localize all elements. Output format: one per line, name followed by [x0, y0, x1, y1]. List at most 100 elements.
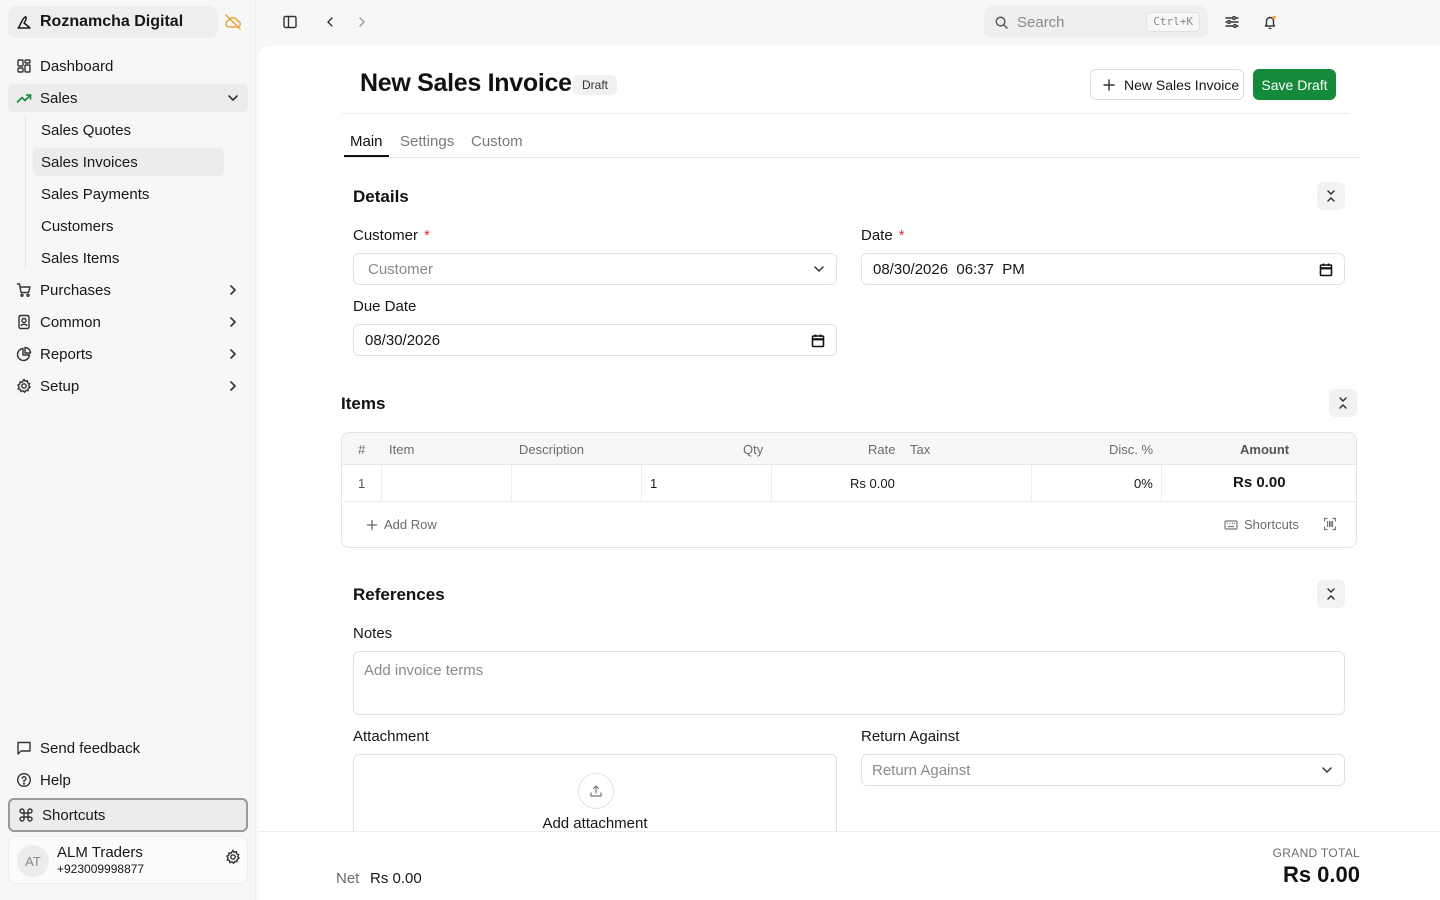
qty-cell[interactable]: 1: [650, 476, 657, 491]
chevron-down-icon: [226, 91, 240, 105]
notes-label: Notes: [353, 625, 393, 642]
form-tabs: Main Settings Custom: [344, 130, 1360, 158]
tab-main[interactable]: Main: [350, 133, 383, 150]
add-row-button[interactable]: Add Row: [366, 517, 437, 532]
collapse-details-button[interactable]: [1317, 182, 1345, 210]
help-label: Help: [40, 771, 71, 789]
notifications-bell-icon[interactable]: [1262, 14, 1278, 30]
sidebar-item-label: Sales Invoices: [41, 153, 138, 171]
app-logo-icon: [16, 14, 32, 30]
collapse-icon: [1324, 189, 1338, 203]
amount-cell: Rs 0.00: [1233, 474, 1286, 491]
sidebar-item-sales-payments[interactable]: Sales Payments: [33, 180, 224, 208]
required-mark: *: [898, 227, 905, 244]
collapse-items-button[interactable]: [1329, 389, 1357, 417]
cloud-off-icon[interactable]: [224, 13, 242, 31]
attachment-label: Attachment: [353, 728, 429, 745]
plus-icon: [1102, 78, 1116, 92]
status-badge: Draft: [573, 75, 618, 95]
column-header: Qty: [743, 442, 764, 457]
search-input[interactable]: Search Ctrl+K: [984, 6, 1208, 38]
sliders-icon[interactable]: [1224, 14, 1240, 30]
customer-label-text: Customer: [353, 227, 419, 244]
sidebar-item-dashboard[interactable]: Dashboard: [8, 52, 248, 80]
table-shortcuts-button[interactable]: Shortcuts: [1224, 517, 1299, 532]
tab-custom[interactable]: Custom: [471, 133, 523, 150]
help-button[interactable]: Help: [8, 766, 248, 794]
shortcuts-button[interactable]: Shortcuts: [8, 798, 248, 832]
column-header: Description: [519, 442, 585, 457]
cell-divider: [1031, 465, 1032, 502]
sidebar-item-sales-quotes[interactable]: Sales Quotes: [33, 116, 224, 144]
rate-cell[interactable]: Rs 0.00: [850, 476, 895, 491]
command-icon: [18, 807, 34, 823]
app-switcher[interactable]: Roznamcha Digital: [8, 6, 218, 38]
sidebar-item-sales-items[interactable]: Sales Items: [33, 244, 224, 272]
back-arrow-icon[interactable]: [322, 14, 338, 30]
totals-footer: Net Rs 0.00 GRAND TOTAL Rs 0.00: [258, 831, 1440, 900]
save-draft-button[interactable]: Save Draft: [1253, 69, 1336, 100]
shortcuts-label: Shortcuts: [42, 806, 106, 824]
sidebar-item-customers[interactable]: Customers: [33, 212, 224, 240]
date-input[interactable]: 08/30/2026 06:37 PM: [861, 253, 1345, 285]
calendar-icon[interactable]: [1318, 262, 1334, 278]
customer-label: Customer *: [353, 227, 430, 244]
collapse-icon: [1336, 396, 1350, 410]
barcode-scan-icon[interactable]: [1323, 517, 1337, 531]
discount-cell[interactable]: 0%: [1134, 476, 1153, 491]
return-against-label: Return Against: [861, 728, 960, 745]
column-header: Amount: [1240, 442, 1290, 457]
app-name: Roznamcha Digital: [40, 13, 184, 30]
add-row-label: Add Row: [384, 517, 437, 532]
notes-textarea[interactable]: Add invoice terms: [353, 651, 1345, 715]
item-cell[interactable]: [389, 474, 509, 494]
tab-settings[interactable]: Settings: [400, 133, 454, 150]
date-label-text: Date: [861, 227, 893, 244]
contact-book-icon: [16, 314, 32, 330]
sidebar-item-label: Setup: [40, 377, 80, 395]
sidebar-item-purchases[interactable]: Purchases: [8, 276, 248, 304]
search-icon: [994, 15, 1009, 30]
sidebar-item-label: Sales: [40, 89, 78, 107]
sidebar-toggle-icon[interactable]: [282, 14, 298, 30]
cell-divider: [771, 465, 772, 502]
sidebar-item-reports[interactable]: Reports: [8, 340, 248, 368]
search-placeholder: Search: [1017, 13, 1065, 31]
cell-divider: [511, 465, 512, 502]
column-header: Tax: [910, 442, 931, 457]
items-table: # Item Description Qty Rate Tax Disc. % …: [341, 432, 1357, 548]
trending-up-icon: [16, 90, 32, 106]
dashboard-icon: [16, 58, 32, 74]
sidebar-item-common[interactable]: Common: [8, 308, 248, 336]
plus-icon: [366, 519, 378, 531]
company-name: ALM Traders: [57, 844, 143, 861]
collapse-references-button[interactable]: [1317, 580, 1345, 608]
column-header: #: [358, 442, 366, 457]
chevron-right-icon: [226, 283, 240, 297]
sidebar-item-sales[interactable]: Sales: [8, 84, 248, 112]
cart-icon: [16, 282, 32, 298]
calendar-icon[interactable]: [810, 333, 826, 349]
sidebar-item-label: Purchases: [40, 281, 111, 299]
column-header: Rate: [868, 442, 896, 457]
customer-select[interactable]: Customer: [353, 253, 837, 285]
pie-chart-icon: [16, 346, 32, 362]
send-feedback-label: Send feedback: [40, 739, 141, 757]
sidebar: Roznamcha Digital Dashboard Sales Sales …: [0, 0, 256, 900]
chevron-right-icon: [226, 315, 240, 329]
profile-card[interactable]: AT ALM Traders +923009998877: [8, 836, 248, 884]
sidebar-item-sales-invoices[interactable]: Sales Invoices: [33, 148, 224, 176]
return-against-select[interactable]: Return Against: [861, 754, 1345, 786]
sidebar-item-setup[interactable]: Setup: [8, 372, 248, 400]
upload-icon: [589, 784, 603, 798]
sidebar-nav: Dashboard Sales Sales Quotes Sales Invoi…: [8, 52, 248, 404]
description-cell[interactable]: [519, 474, 639, 494]
settings-gear-icon[interactable]: [225, 849, 241, 865]
date-value: 08/30/2026 06:37 PM: [873, 260, 1025, 278]
new-sales-invoice-button[interactable]: New Sales Invoice: [1090, 69, 1244, 100]
due-date-input[interactable]: 08/30/2026: [353, 324, 837, 356]
upload-button[interactable]: [578, 773, 614, 809]
forward-arrow-icon[interactable]: [354, 14, 370, 30]
send-feedback-button[interactable]: Send feedback: [8, 734, 248, 762]
tax-cell[interactable]: [910, 474, 1020, 494]
